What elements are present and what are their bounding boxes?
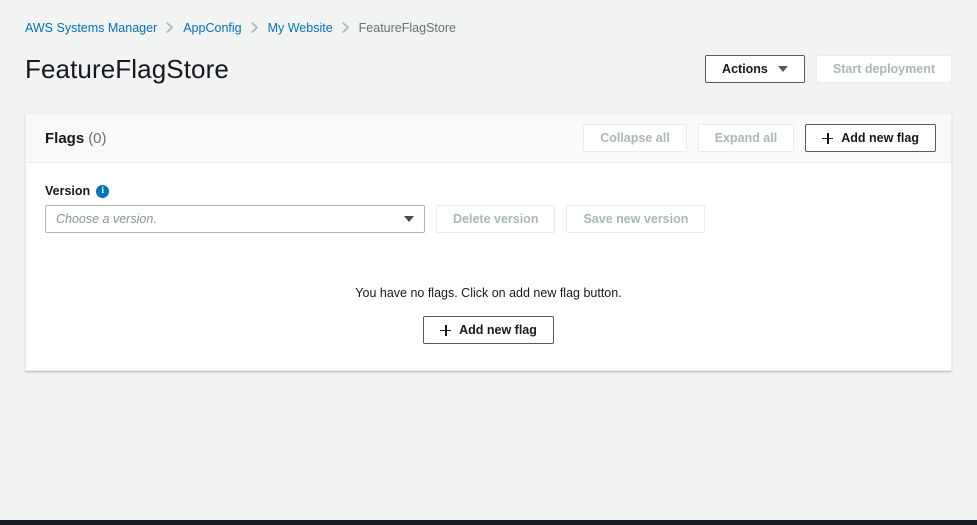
flags-panel-body: Version i Choose a version. Delete versi… — [26, 163, 951, 370]
empty-state-message: You have no flags. Click on add new flag… — [355, 286, 621, 300]
add-new-flag-button-label: Add new flag — [841, 131, 919, 145]
page-title: FeatureFlagStore — [25, 53, 229, 85]
plus-icon — [822, 133, 833, 144]
breadcrumb-item-featureflagstore: FeatureFlagStore — [359, 20, 456, 36]
flags-empty-state: You have no flags. Click on add new flag… — [45, 286, 932, 344]
flags-panel-title: Flags(0) — [45, 130, 107, 147]
breadcrumb-item-aws-systems-manager[interactable]: AWS Systems Manager — [25, 20, 157, 36]
chevron-right-icon — [251, 22, 259, 33]
breadcrumb: AWS Systems Manager AppConfig My Website… — [25, 20, 456, 36]
version-label-text: Version — [45, 184, 90, 198]
flags-panel-title-text: Flags — [45, 130, 84, 147]
chevron-right-icon — [342, 22, 350, 33]
save-new-version-button[interactable]: Save new version — [566, 205, 705, 233]
actions-button[interactable]: Actions — [705, 55, 805, 83]
delete-version-button[interactable]: Delete version — [436, 205, 555, 233]
version-field-label: Version i — [45, 184, 932, 198]
info-icon[interactable]: i — [96, 185, 109, 198]
flags-panel: Flags(0) Collapse all Expand all Add new… — [25, 113, 952, 371]
empty-state-add-new-flag-button-label: Add new flag — [459, 323, 537, 337]
add-new-flag-button[interactable]: Add new flag — [805, 124, 936, 152]
plus-icon — [440, 325, 451, 336]
expand-all-button[interactable]: Expand all — [698, 124, 795, 152]
chevron-down-icon — [404, 216, 414, 222]
version-controls-row: Choose a version. Delete version Save ne… — [45, 205, 932, 233]
page-header: FeatureFlagStore Actions Start deploymen… — [25, 52, 952, 86]
start-deployment-button[interactable]: Start deployment — [816, 55, 952, 83]
version-select-placeholder: Choose a version. — [56, 212, 404, 226]
version-select[interactable]: Choose a version. — [45, 205, 425, 233]
actions-button-label: Actions — [722, 62, 768, 76]
breadcrumb-item-my-website[interactable]: My Website — [268, 20, 333, 36]
collapse-all-button[interactable]: Collapse all — [583, 124, 686, 152]
page-header-actions: Actions Start deployment — [705, 55, 952, 83]
chevron-down-icon — [778, 66, 788, 72]
flags-panel-header-actions: Collapse all Expand all Add new flag — [583, 124, 936, 152]
chevron-right-icon — [166, 22, 174, 33]
empty-state-add-new-flag-button[interactable]: Add new flag — [423, 316, 554, 344]
flags-panel-count: (0) — [88, 130, 106, 147]
breadcrumb-item-appconfig[interactable]: AppConfig — [183, 20, 241, 36]
bottom-chrome-bar — [0, 520, 977, 525]
flags-panel-header: Flags(0) Collapse all Expand all Add new… — [26, 114, 951, 163]
